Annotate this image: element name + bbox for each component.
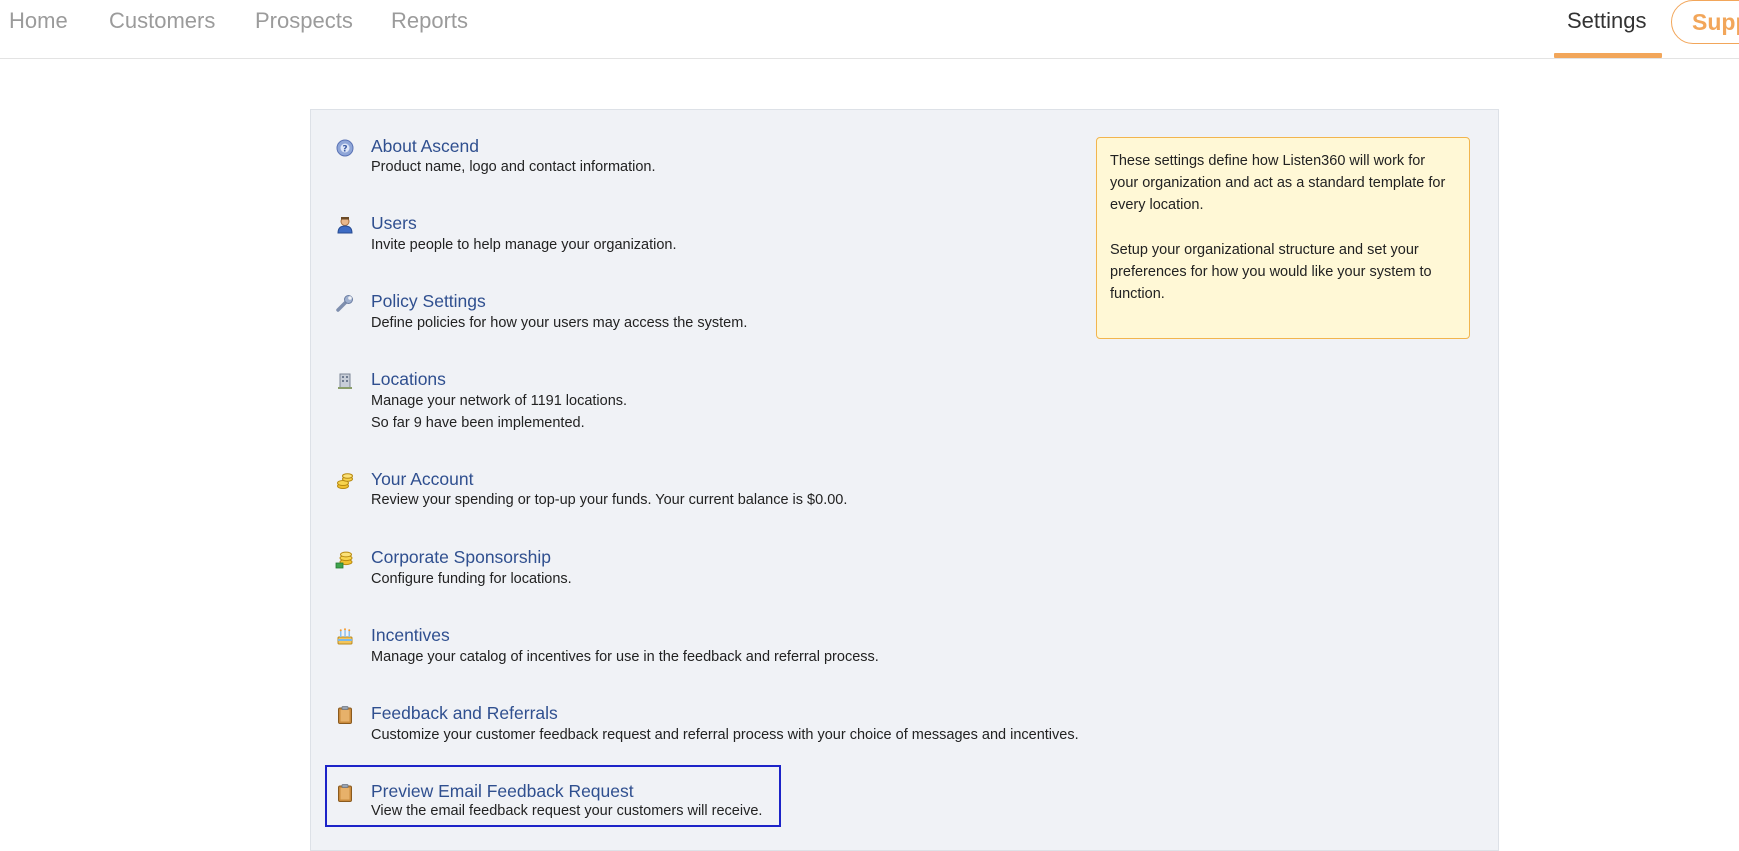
users-description: Invite people to help manage your organi… bbox=[371, 237, 677, 253]
feedback-referrals-link[interactable]: Feedback and Referrals bbox=[371, 703, 558, 724]
feedback-referrals-description: Customize your customer feedback request… bbox=[371, 727, 1079, 743]
locations-description-line1: Manage your network of 1191 locations. bbox=[371, 393, 628, 409]
coins-icon bbox=[335, 471, 355, 491]
nav-customers[interactable]: Customers bbox=[109, 8, 215, 34]
building-icon bbox=[335, 371, 355, 391]
preview-email-description: View the email feedback request your cus… bbox=[371, 803, 763, 819]
corporate-sponsorship-link[interactable]: Corporate Sponsorship bbox=[371, 547, 551, 568]
nav-prospects[interactable]: Prospects bbox=[255, 8, 353, 34]
policy-settings-link[interactable]: Policy Settings bbox=[371, 291, 486, 312]
coins-add-icon bbox=[335, 549, 355, 569]
incentives-link[interactable]: Incentives bbox=[371, 625, 450, 646]
account-description: Review your spending or top-up your fund… bbox=[371, 492, 848, 508]
locations-description-line2: So far 9 have been implemented. bbox=[371, 415, 585, 431]
support-button[interactable]: Supp bbox=[1671, 0, 1739, 44]
wrench-icon bbox=[335, 293, 355, 313]
clipboard-icon bbox=[335, 705, 355, 725]
nav-settings[interactable]: Settings bbox=[1567, 8, 1647, 34]
about-link[interactable]: About Ascend bbox=[371, 136, 479, 157]
about-description: Product name, logo and contact informati… bbox=[371, 159, 656, 175]
info-box: These settings define how Listen360 will… bbox=[1096, 137, 1470, 339]
policy-description: Define policies for how your users may a… bbox=[371, 315, 748, 331]
help-icon: ? bbox=[335, 138, 355, 158]
cake-icon bbox=[335, 627, 355, 647]
svg-text:?: ? bbox=[342, 145, 347, 155]
preview-email-feedback-link[interactable]: Preview Email Feedback Request bbox=[371, 781, 634, 802]
clipboard-icon bbox=[335, 783, 355, 803]
info-paragraph-2: Setup your organizational structure and … bbox=[1110, 242, 1432, 302]
your-account-link[interactable]: Your Account bbox=[371, 469, 474, 490]
active-tab-indicator bbox=[1554, 53, 1662, 58]
sponsorship-description: Configure funding for locations. bbox=[371, 571, 572, 587]
locations-link[interactable]: Locations bbox=[371, 369, 446, 390]
info-paragraph-1: These settings define how Listen360 will… bbox=[1110, 153, 1446, 213]
users-link[interactable]: Users bbox=[371, 213, 417, 234]
nav-reports[interactable]: Reports bbox=[391, 8, 468, 34]
nav-home[interactable]: Home bbox=[9, 8, 68, 34]
user-icon bbox=[335, 215, 355, 235]
incentives-description: Manage your catalog of incentives for us… bbox=[371, 649, 879, 665]
top-navigation: Home Customers Prospects Reports Setting… bbox=[0, 0, 1739, 59]
